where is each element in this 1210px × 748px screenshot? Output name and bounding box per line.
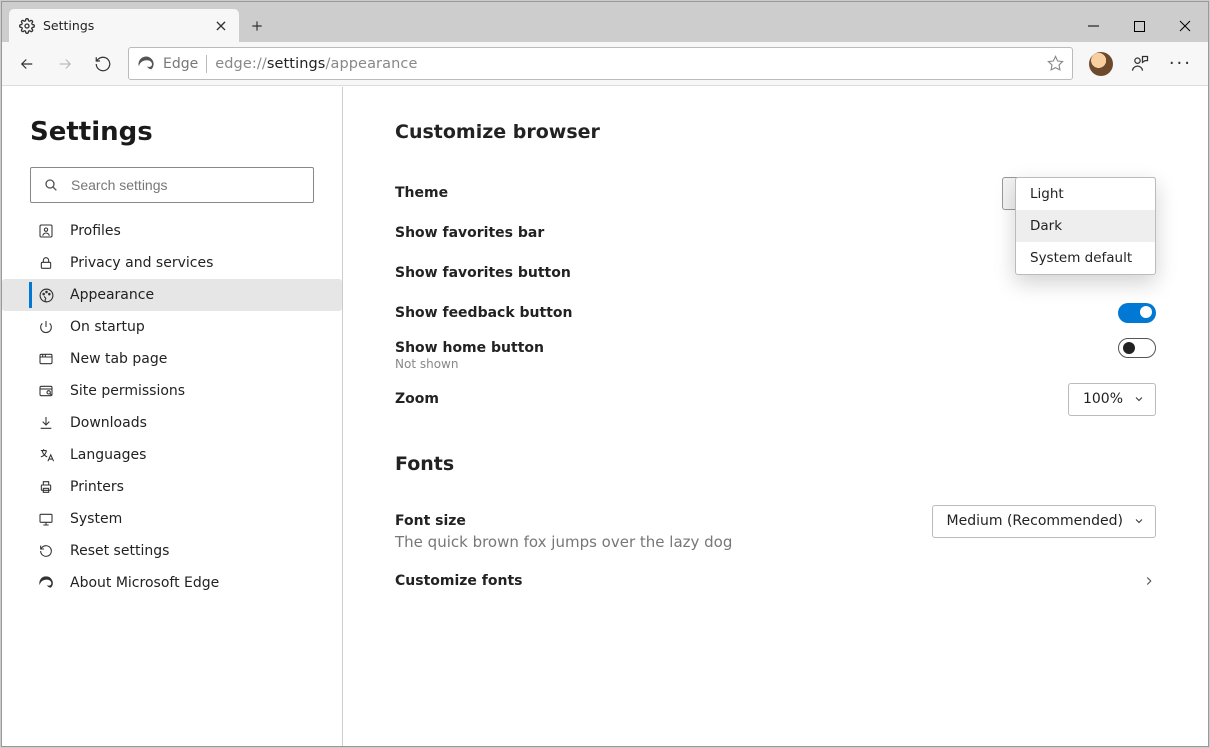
row-customize-fonts[interactable]: Customize fonts [395, 561, 1156, 601]
newtab-icon [38, 351, 56, 367]
tab-strip: Settings × [2, 2, 275, 42]
favorite-star-icon[interactable] [1047, 55, 1064, 72]
sidebar-item-privacy[interactable]: Privacy and services [2, 247, 342, 279]
edge-logo-icon [137, 55, 155, 73]
sidebar-item-startup[interactable]: On startup [2, 311, 342, 343]
feedback-toggle[interactable] [1118, 303, 1156, 323]
close-tab-button[interactable]: × [213, 18, 229, 34]
search-icon [43, 177, 69, 193]
chevron-down-icon [1133, 393, 1145, 405]
theme-option-system[interactable]: System default [1016, 242, 1155, 274]
reset-icon [38, 543, 56, 559]
home-toggle[interactable] [1118, 338, 1156, 358]
download-icon [38, 415, 56, 431]
language-icon [38, 447, 56, 464]
back-button[interactable] [8, 45, 46, 83]
settings-nav: Profiles Privacy and services Appearance… [30, 215, 314, 599]
sidebar-item-reset[interactable]: Reset settings [2, 535, 342, 567]
show-home-sub: Not shown [395, 357, 1156, 371]
tab-title: Settings [43, 18, 213, 33]
browser-tab[interactable]: Settings × [9, 9, 239, 42]
url-text: edge://settings/appearance [215, 56, 417, 72]
sidebar: Settings Profiles Privacy and services A… [2, 87, 343, 746]
maximize-button[interactable] [1116, 10, 1162, 42]
permissions-icon [38, 383, 56, 399]
customize-fonts-label: Customize fonts [395, 573, 523, 589]
sidebar-item-system[interactable]: System [2, 503, 342, 535]
sidebar-item-languages[interactable]: Languages [2, 439, 342, 471]
theme-menu: Light Dark System default [1015, 177, 1156, 275]
person-feedback-icon[interactable] [1121, 45, 1159, 83]
palette-icon [38, 287, 56, 304]
section-fonts: Fonts [395, 453, 1156, 475]
edge-icon [38, 575, 56, 591]
show-feedback-label: Show feedback button [395, 305, 573, 321]
theme-option-dark[interactable]: Dark [1016, 210, 1155, 242]
gear-icon [19, 18, 35, 34]
address-bar[interactable]: Edge edge://settings/appearance [128, 47, 1073, 80]
sidebar-item-newtab[interactable]: New tab page [2, 343, 342, 375]
row-feedback: Show feedback button [395, 293, 1156, 333]
sidebar-item-downloads[interactable]: Downloads [2, 407, 342, 439]
sidebar-item-profiles[interactable]: Profiles [2, 215, 342, 247]
page-title: Settings [30, 117, 314, 147]
font-size-label: Font size [395, 513, 466, 529]
section-customize: Customize browser [395, 121, 1156, 143]
show-fav-bar-label: Show favorites bar [395, 225, 544, 241]
lock-icon [38, 255, 56, 271]
font-size-dropdown[interactable]: Medium (Recommended) [932, 505, 1156, 538]
zoom-label: Zoom [395, 391, 439, 407]
sidebar-item-about[interactable]: About Microsoft Edge [2, 567, 342, 599]
minimize-button[interactable] [1070, 10, 1116, 42]
refresh-button[interactable] [84, 45, 122, 83]
titlebar: Settings × [2, 2, 1208, 42]
main-panel: Customize browser Theme System default S… [343, 87, 1208, 746]
toolbar: Edge edge://settings/appearance ··· [2, 42, 1208, 86]
zoom-dropdown[interactable]: 100% [1068, 383, 1156, 416]
forward-button[interactable] [46, 45, 84, 83]
addr-scheme-label: Edge [163, 56, 198, 72]
power-icon [38, 319, 56, 335]
search-input[interactable] [69, 176, 303, 194]
system-icon [38, 511, 56, 527]
window-controls [1070, 10, 1208, 42]
show-home-label: Show home button [395, 340, 544, 356]
chevron-down-icon [1133, 515, 1145, 527]
sidebar-item-permissions[interactable]: Site permissions [2, 375, 342, 407]
addr-separator [206, 55, 207, 73]
more-menu-button[interactable]: ··· [1159, 53, 1202, 74]
row-zoom: Zoom 100% [395, 379, 1156, 419]
search-settings[interactable] [30, 167, 314, 203]
chevron-right-icon [1142, 574, 1156, 588]
sidebar-item-printers[interactable]: Printers [2, 471, 342, 503]
new-tab-button[interactable] [239, 9, 275, 42]
profile-icon [38, 223, 56, 239]
theme-option-light[interactable]: Light [1016, 178, 1155, 210]
profile-avatar[interactable] [1089, 52, 1113, 76]
printer-icon [38, 479, 56, 495]
sidebar-item-appearance[interactable]: Appearance [2, 279, 342, 311]
theme-label: Theme [395, 185, 448, 201]
close-window-button[interactable] [1162, 10, 1208, 42]
show-fav-btn-label: Show favorites button [395, 265, 571, 281]
